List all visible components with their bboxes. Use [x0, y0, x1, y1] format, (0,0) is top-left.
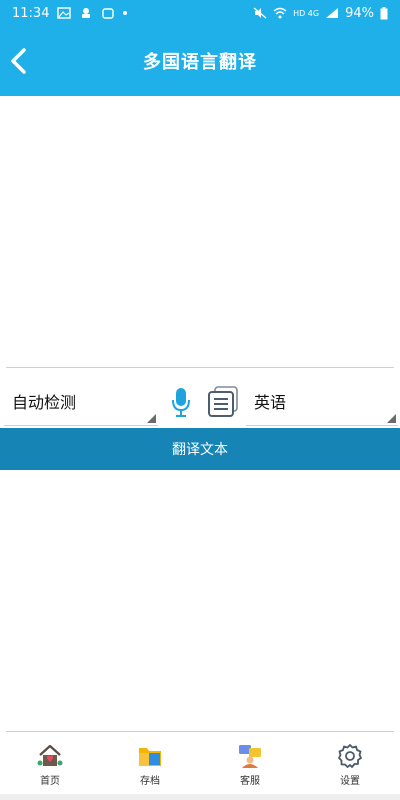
source-language-select[interactable]: 自动检测	[4, 376, 158, 426]
page-title: 多国语言翻译	[143, 52, 257, 73]
nav-item-home[interactable]: 首页	[0, 736, 100, 794]
nav-label: 客服	[240, 776, 260, 787]
app-bar: 多国语言翻译	[0, 26, 400, 96]
status-bar: 11:34 HD 4G 94%	[0, 0, 400, 26]
nav-label: 首页	[40, 776, 60, 787]
microphone-button[interactable]	[170, 386, 192, 418]
nav-item-archive[interactable]: 存档	[100, 736, 200, 794]
home-icon	[37, 744, 63, 766]
translate-button[interactable]: 翻译文本	[0, 428, 400, 470]
wifi-icon	[273, 7, 287, 19]
bottom-strip	[0, 794, 400, 800]
document-icon	[208, 386, 238, 417]
status-right: HD 4G 94%	[253, 6, 388, 21]
dropdown-triangle-icon	[387, 414, 396, 423]
battery-percent: 94%	[345, 5, 374, 21]
settings-icon	[338, 744, 362, 768]
chevron-left-icon	[11, 48, 26, 74]
translate-button-label: 翻译文本	[172, 442, 228, 458]
translation-output[interactable]	[6, 470, 394, 732]
gallery-icon	[57, 7, 72, 19]
source-text-input[interactable]	[6, 96, 394, 368]
document-translate-button[interactable]	[206, 386, 240, 418]
nav-item-settings[interactable]: 设置	[300, 736, 400, 794]
nav-item-customer-service[interactable]: 客服	[200, 736, 300, 794]
source-language-label: 自动检测	[12, 392, 77, 412]
status-time: 11:34	[12, 5, 50, 21]
bottom-nav: 首页 存档 客服 设置	[0, 736, 400, 794]
app-notification-icon	[102, 8, 115, 19]
signal-icon	[326, 8, 339, 18]
back-button[interactable]	[6, 46, 34, 76]
notification-dot	[123, 11, 128, 15]
network-type: HD 4G	[293, 8, 320, 18]
status-left: 11:34	[12, 5, 128, 21]
battery-icon	[380, 6, 388, 19]
archive-icon	[139, 748, 161, 766]
customer-service-icon	[239, 745, 261, 768]
language-selector-row: 自动检测 英语	[0, 376, 400, 428]
mute-icon	[253, 7, 267, 19]
dropdown-triangle-icon	[147, 414, 156, 423]
app-notification-icon	[82, 8, 91, 18]
target-language-select[interactable]: 英语	[246, 376, 398, 426]
nav-label: 设置	[340, 776, 360, 787]
nav-label: 存档	[140, 776, 160, 787]
microphone-icon	[172, 388, 190, 417]
target-language-label: 英语	[254, 392, 287, 412]
